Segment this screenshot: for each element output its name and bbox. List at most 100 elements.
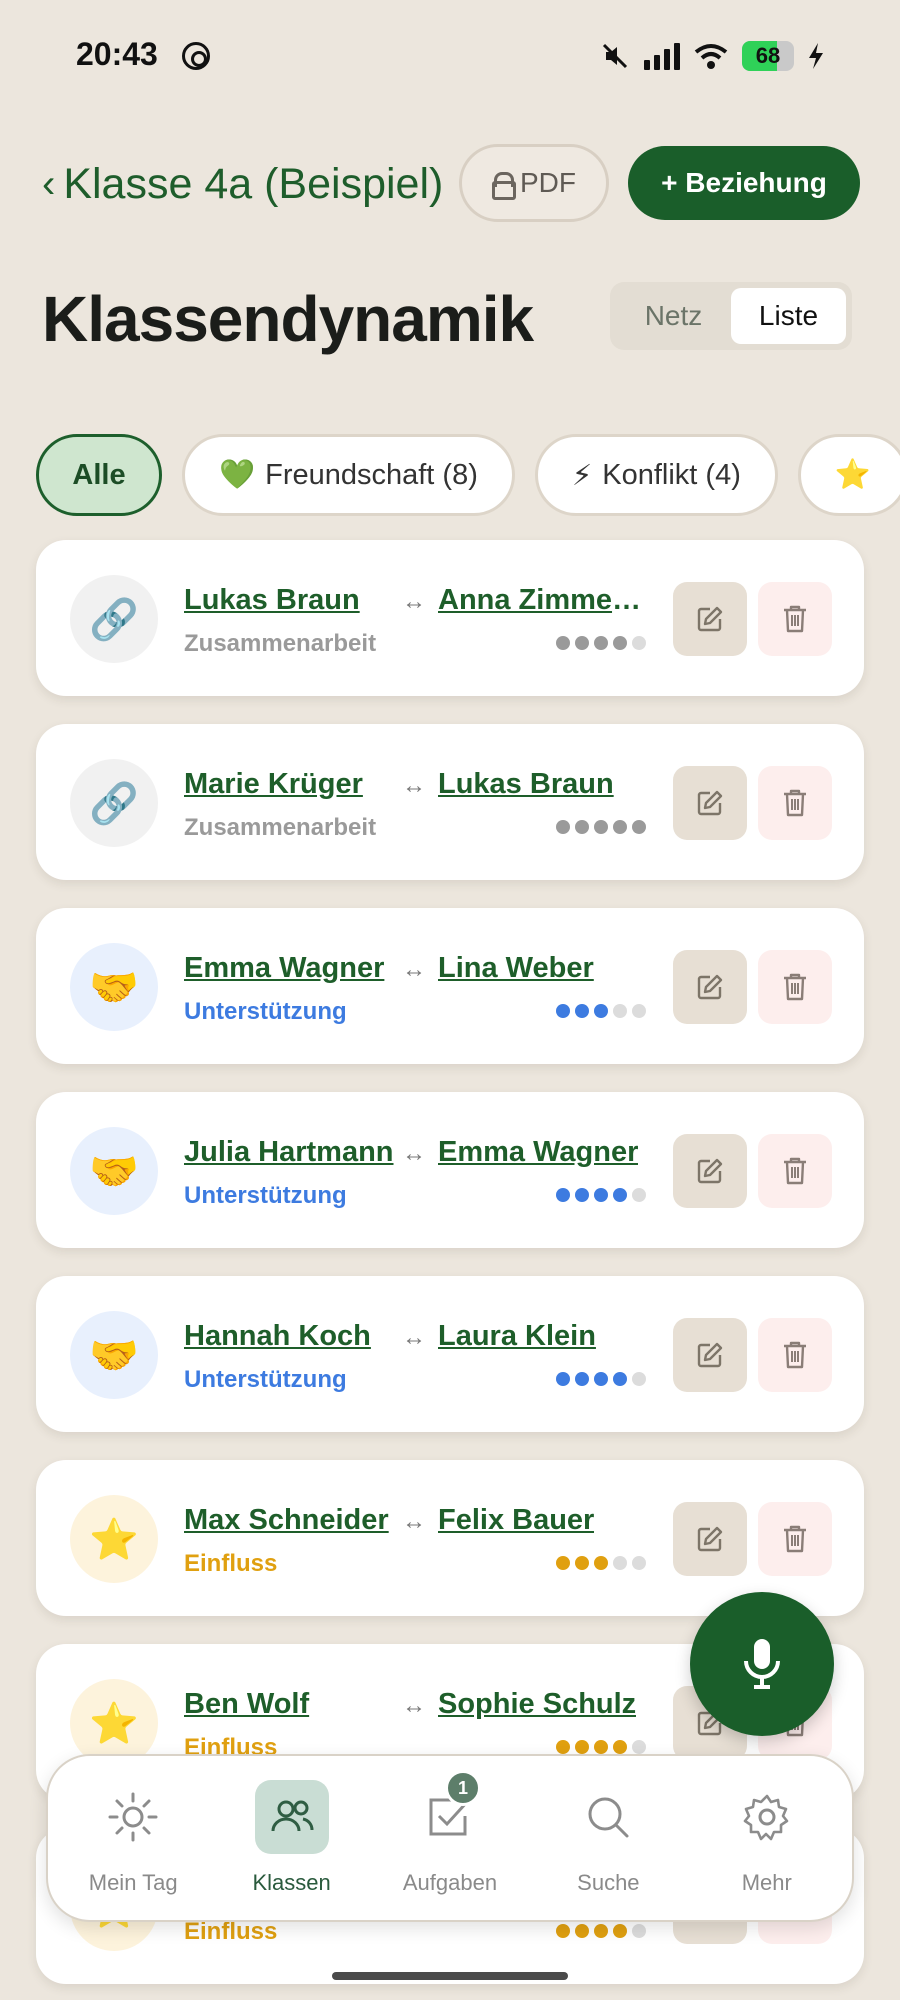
strength-dot [575,1004,589,1018]
delete-button[interactable] [758,1134,832,1208]
relation-card[interactable]: 🤝 Emma Wagner ↔ Lina Weber Unterstützung [36,908,864,1064]
relation-type-icon: 🤝 [70,943,158,1031]
bottom-navigation: Mein Tag Klassen 1 Aufgaben Suche Mehr [46,1754,854,1922]
delete-button[interactable] [758,582,832,656]
strength-dots [556,1924,646,1938]
student-b-link[interactable]: Felix Bauer [438,1504,594,1537]
student-b-link[interactable]: Sophie Schulz [438,1688,636,1721]
nav-klassen[interactable]: Klassen [217,1780,367,1896]
student-a-link[interactable]: Marie Krüger [184,768,363,801]
nav-mehr[interactable]: Mehr [692,1780,842,1896]
mute-icon [602,43,628,69]
filter-chip-friendship[interactable]: 💚 Freundschaft (8) [182,434,515,516]
pdf-label: PDF [520,167,576,198]
lock-icon [492,172,516,200]
trash-icon [784,973,806,1001]
strength-dot [632,1372,646,1386]
add-relation-button[interactable]: + Beziehung [628,146,860,220]
strength-dot [594,1188,608,1202]
relation-card[interactable]: 🤝 Julia Hartmann ↔ Emma Wagner Unterstüt… [36,1092,864,1248]
student-b-link[interactable]: Laura Klein [438,1320,596,1353]
student-b-link[interactable]: Emma Wagner [438,1136,638,1169]
delete-button[interactable] [758,950,832,1024]
relation-type-icon: 🤝 [70,1127,158,1215]
strength-dot [594,1740,608,1754]
strength-dots [556,820,646,834]
strength-dot [594,636,608,650]
relation-type-icon: 🤝 [70,1311,158,1399]
strength-dot [632,1740,646,1754]
student-b-link[interactable]: Lukas Braun [438,768,614,801]
strength-dot [594,1372,608,1386]
student-a-link[interactable]: Julia Hartmann [184,1136,394,1169]
strength-dot [556,1372,570,1386]
trash-icon [784,789,806,817]
strength-dot [575,636,589,650]
strength-dot [556,820,570,834]
strength-dot [632,1556,646,1570]
edit-button[interactable] [673,1502,747,1576]
student-a-link[interactable]: Emma Wagner [184,952,384,985]
edit-button[interactable] [673,766,747,840]
bidirectional-arrow-icon: ↔ [402,1692,426,1719]
strength-dot [575,1556,589,1570]
filter-chip-conflict[interactable]: ⚡ Konflikt (4) [534,434,778,516]
pdf-export-button[interactable]: PDF [459,144,609,222]
strength-dot [613,636,627,650]
microphone-icon [744,1639,780,1689]
student-a-link[interactable]: Lukas Braun [184,584,360,617]
app-header: ‹ Klasse 4a (Beispiel) PDF + Beziehung [0,140,900,230]
delete-button[interactable] [758,766,832,840]
view-network-tab[interactable]: Netz [616,288,731,344]
relation-card[interactable]: 🔗 Marie Krüger ↔ Lukas Braun Zusammenarb… [36,724,864,880]
strength-dot [632,636,646,650]
strength-dot [575,1740,589,1754]
lightning-icon: ⚡ [571,459,593,492]
strength-dot [575,1372,589,1386]
charging-icon [809,43,823,69]
strength-dot [632,1924,646,1938]
strength-dots [556,1740,646,1754]
users-icon [254,1780,329,1854]
nav-label: Klassen [252,1870,331,1895]
edit-button[interactable] [673,950,747,1024]
status-time: 20:43 [76,36,158,72]
checkbox-icon: 1 [413,1770,487,1854]
relation-card[interactable]: 🤝 Hannah Koch ↔ Laura Klein Unterstützun… [36,1276,864,1432]
delete-button[interactable] [758,1318,832,1392]
strength-dots [556,1004,646,1018]
filter-chip-influence[interactable]: ⭐ [797,434,900,516]
student-a-link[interactable]: Ben Wolf [184,1688,309,1721]
nav-suche[interactable]: Suche [533,1780,683,1896]
edit-icon [697,974,723,1000]
back-to-class-link[interactable]: ‹ Klasse 4a (Beispiel) [42,160,443,209]
relation-type-label: Unterstützung [184,998,347,1025]
view-list-tab[interactable]: Liste [731,288,846,344]
edit-button[interactable] [673,582,747,656]
relation-type-label: Unterstützung [184,1366,347,1393]
filter-chip-all[interactable]: Alle [36,434,162,516]
relation-card[interactable]: ⭐ Max Schneider ↔ Felix Bauer Einfluss [36,1460,864,1616]
strength-dots [556,1556,646,1570]
student-a-link[interactable]: Hannah Koch [184,1320,371,1353]
edit-icon [697,1526,723,1552]
strength-dot [613,1924,627,1938]
nav-mein-tag[interactable]: Mein Tag [58,1780,208,1896]
nav-aufgaben[interactable]: 1 Aufgaben [375,1770,525,1896]
edit-icon [697,606,723,632]
student-b-link[interactable]: Anna Zimmer… [438,584,644,617]
delete-button[interactable] [758,1502,832,1576]
filter-label: Alle [72,458,126,491]
strength-dot [613,1556,627,1570]
edit-button[interactable] [673,1318,747,1392]
strength-dot [556,1924,570,1938]
strength-dot [613,820,627,834]
relation-card[interactable]: 🔗 Lukas Braun ↔ Anna Zimmer… Zusammenarb… [36,540,864,696]
student-a-link[interactable]: Max Schneider [184,1504,389,1537]
nav-label: Suche [577,1870,640,1895]
student-b-link[interactable]: Lina Weber [438,952,594,985]
search-icon [571,1780,645,1854]
voice-input-button[interactable] [690,1592,834,1736]
strength-dot [632,1188,646,1202]
edit-button[interactable] [673,1134,747,1208]
